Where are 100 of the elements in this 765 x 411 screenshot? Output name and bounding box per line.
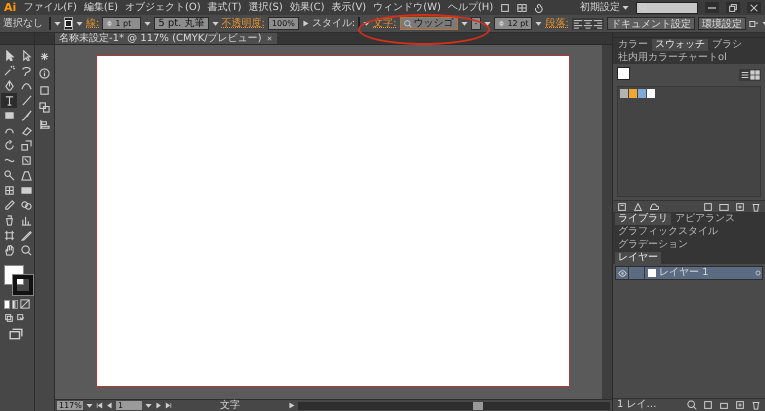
workspace-switcher[interactable]: 初期設定	[580, 2, 620, 12]
horizontal-scrollbar[interactable]	[298, 402, 610, 410]
spinner-icon	[106, 20, 114, 27]
grid-icon	[517, 2, 528, 12]
layer-row[interactable]: レイヤー 1	[615, 266, 763, 280]
panel-tab[interactable]: アピアランス	[672, 213, 738, 225]
layer-name[interactable]: レイヤー 1	[659, 268, 751, 278]
menu-item[interactable]: ヘルプ(H)	[448, 2, 494, 12]
caret-icon	[484, 20, 492, 27]
panel-tab[interactable]: スウォッチ	[652, 39, 708, 51]
status-text: 文字	[219, 400, 241, 410]
last-icon	[165, 402, 172, 409]
line-icon	[20, 95, 32, 106]
caret-icon	[86, 402, 93, 409]
swatch[interactable]	[629, 89, 637, 98]
layers-tab[interactable]: レイヤー	[615, 252, 661, 264]
menu-item[interactable]: ファイル(F)	[23, 2, 77, 12]
vertical-scrollbar[interactable]	[602, 45, 612, 399]
align-icon	[39, 119, 50, 130]
font-style-field[interactable]: -	[470, 17, 482, 30]
paragraph-link[interactable]: 段落:	[545, 18, 569, 28]
next-icon	[155, 402, 162, 409]
stroke-color-swatch[interactable]	[13, 275, 33, 295]
panel-tab[interactable]: ブラシ	[709, 39, 745, 51]
panel-tab[interactable]: カラー	[615, 39, 651, 51]
minimize-button[interactable]	[705, 2, 719, 13]
selection-icon	[4, 50, 14, 61]
layer-count: 1 レイ…	[617, 400, 657, 410]
panel-tab[interactable]: ライブラリ	[615, 213, 671, 225]
new-swatch-icon	[735, 202, 745, 212]
font-field[interactable]: ウッシゴ	[400, 17, 458, 30]
layer-thumbnail	[648, 269, 656, 277]
minimize-icon	[708, 6, 716, 8]
panel-tab[interactable]: グラデーション	[615, 239, 691, 251]
spinner-icon	[498, 20, 506, 27]
hand-icon	[4, 245, 14, 256]
stroke-swatch[interactable]	[64, 17, 73, 30]
screen-mode-icon	[9, 327, 23, 341]
document-tab[interactable]: 名称未設定-1* @ 117% (CMYK/プレビュー)	[55, 33, 277, 44]
panel-tab[interactable]: 社内用カラーチャートol	[615, 52, 730, 64]
zoom-field[interactable]: 117%	[57, 401, 83, 410]
play-icon	[302, 20, 309, 27]
opacity-field[interactable]: 100%	[268, 17, 299, 30]
play-icon	[288, 402, 295, 409]
caret-icon	[363, 20, 370, 27]
caret-icon	[76, 20, 83, 27]
spiral-icon	[534, 2, 544, 12]
rectangle-icon	[4, 110, 14, 121]
column-graph-icon	[20, 215, 32, 226]
menu-item[interactable]: 表示(V)	[332, 2, 366, 12]
selection-status: 選択なし	[3, 18, 43, 28]
free-transform-icon	[20, 155, 32, 166]
opacity-link[interactable]: 不透明度:	[222, 18, 265, 28]
search-field[interactable]	[636, 2, 698, 14]
none-mode-icon	[20, 299, 30, 309]
lasso-icon	[20, 65, 32, 76]
artboard-field[interactable]: 1	[116, 401, 142, 410]
app-logo: Ai	[4, 1, 16, 14]
slice-tool[interactable]	[18, 228, 34, 243]
rotate-icon	[4, 140, 14, 151]
type-tool[interactable]	[1, 93, 17, 108]
gradient-mode-icon[interactable]	[12, 300, 18, 308]
brush-dropdown[interactable]: 5 pt. 丸筆	[154, 17, 209, 30]
artboard-icon	[4, 230, 14, 241]
panel-tab[interactable]: グラフィックスタイル	[615, 226, 721, 238]
stroke-link[interactable]: 線:	[86, 18, 100, 28]
caret-icon	[145, 402, 152, 409]
fill-color-swatch[interactable]	[617, 67, 630, 80]
toolbar-button[interactable]: 環境設定	[698, 17, 746, 30]
curvature-icon	[20, 80, 32, 91]
swatch[interactable]	[620, 89, 628, 98]
restore-icon	[728, 2, 738, 12]
stroke-weight-field[interactable]: 1 pt	[102, 17, 142, 30]
list-view-icon	[740, 70, 750, 80]
menu-item[interactable]: 効果(C)	[290, 2, 325, 12]
mesh-icon	[4, 185, 14, 196]
visibility-toggle[interactable]	[616, 267, 629, 279]
slice-icon	[20, 230, 32, 241]
restore-button[interactable]	[726, 2, 740, 13]
menu-item[interactable]: オブジェクト(O)	[124, 2, 201, 12]
color-mode-icon[interactable]	[4, 300, 10, 308]
align-left-icon	[572, 18, 583, 28]
search-icon	[404, 20, 412, 28]
swatch[interactable]	[647, 89, 655, 98]
swatch[interactable]	[638, 89, 646, 98]
menu-item[interactable]: 選択(S)	[248, 2, 283, 12]
menu-item[interactable]: ウィンドウ(W)	[373, 2, 441, 12]
font-size-field[interactable]: 12 pt	[494, 17, 532, 30]
type-icon	[4, 95, 14, 106]
draw-normal-icon	[4, 313, 14, 323]
pathfinder-icon	[39, 102, 50, 113]
blend-icon	[20, 200, 32, 211]
menu-item[interactable]: 編集(E)	[84, 2, 118, 12]
arrange-icon	[748, 18, 759, 28]
toolbar-button[interactable]: ドキュメント設定	[606, 17, 695, 30]
target-icon	[754, 269, 762, 277]
paintbrush-icon	[20, 110, 32, 121]
close-button[interactable]	[747, 2, 761, 13]
menu-item[interactable]: 書式(T)	[208, 2, 242, 12]
style-swatch[interactable]	[358, 17, 360, 30]
